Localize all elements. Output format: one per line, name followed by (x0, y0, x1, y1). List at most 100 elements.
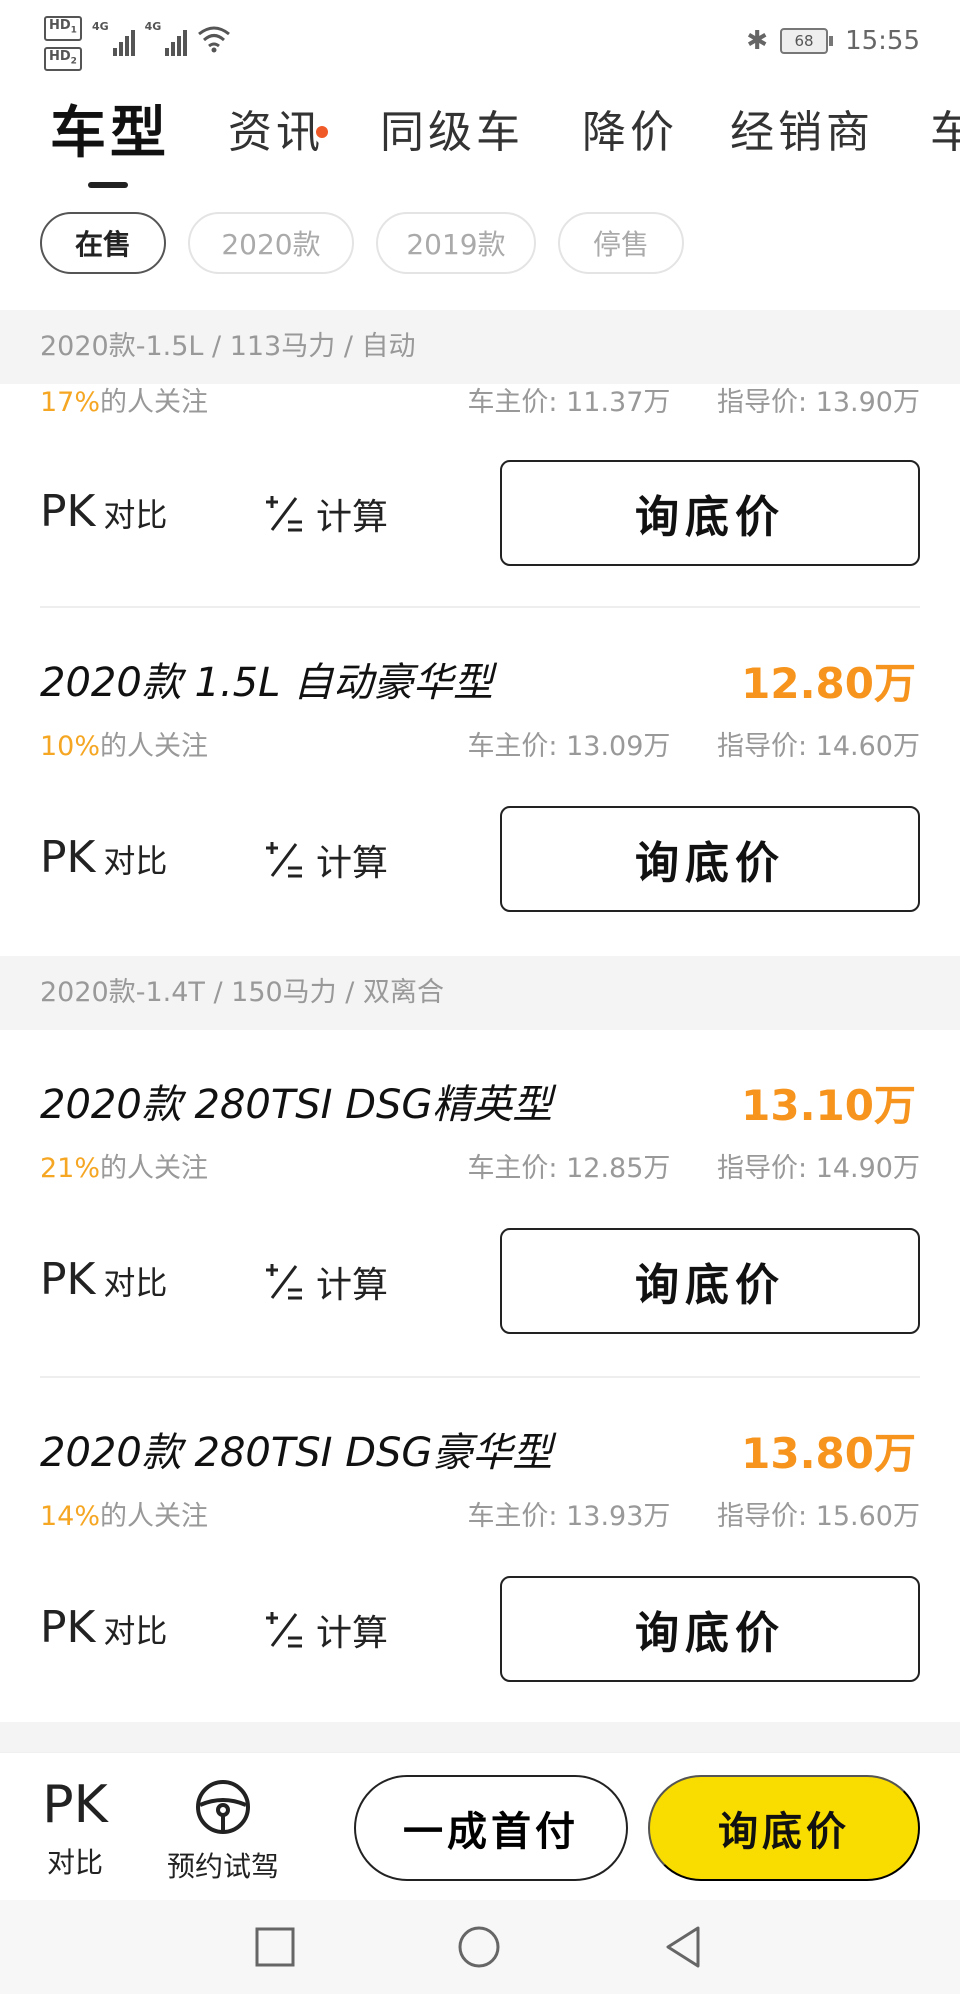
calculator-icon (266, 1264, 302, 1300)
bottom-ask-price-button[interactable]: 询底价 (648, 1775, 920, 1881)
tab-same-class[interactable]: 同级车 (380, 96, 524, 160)
active-tab-indicator (88, 182, 128, 188)
item-meta: 17%的人关注 车主价: 11.37万 指导价: 13.90万 (40, 380, 920, 419)
item-price: 13.10万 (741, 1081, 916, 1130)
hd-badge-1: HD1 (44, 16, 82, 41)
steering-wheel-icon (196, 1780, 250, 1834)
attention-percent: 10% (40, 731, 101, 762)
pk-label: 对比 (103, 1264, 168, 1302)
tab-dealers[interactable]: 经销商 (730, 96, 874, 160)
ask-price-button[interactable]: 询底价 (500, 1576, 920, 1682)
ask-price-button[interactable]: 询底价 (500, 460, 920, 566)
calculate-button[interactable]: 计算 (262, 1604, 388, 1656)
tab-models[interactable]: 车型 (50, 96, 170, 169)
bottom-action-bar: PK 对比 预约试驾 一成首付 询底价 (0, 1752, 960, 1901)
item-price: 12.80万 (741, 659, 916, 708)
status-bar: HD1 HD2 4G 4G ✱ 68 15:55 (0, 0, 960, 90)
signal-icon-1: 4G (92, 20, 135, 56)
owner-price: 车主价: 13.93万 (467, 1501, 671, 1532)
pk-text: PK (40, 1254, 96, 1305)
hd2-sub: 2 (70, 56, 77, 67)
pk-compare-button[interactable]: PK 对比 (40, 1602, 167, 1653)
calculate-button[interactable]: 计算 (262, 1256, 388, 1308)
item-title: 2020款 280TSI DSG精英型 (40, 1082, 553, 1128)
owner-price: 车主价: 13.09万 (467, 731, 671, 762)
battery-icon: 68 (780, 28, 834, 54)
ask-price-button[interactable]: 询底价 (500, 806, 920, 912)
pk-text: PK (40, 1602, 96, 1653)
test-drive-button[interactable]: 预约试驾 (158, 1777, 288, 1885)
back-icon[interactable] (660, 1924, 706, 1970)
pk-text: PK (40, 832, 96, 883)
calc-label: 计算 (316, 843, 389, 884)
hd2-text: HD (49, 48, 71, 64)
attention-percent: 17% (40, 387, 101, 418)
bottom-pk-text: PK (42, 1775, 108, 1835)
attention-label: 的人关注 (100, 1501, 209, 1532)
list-item[interactable]: 2020款 280TSI DSG精英型 13.10万 (0, 1072, 960, 1132)
calculate-button[interactable]: 计算 (262, 488, 388, 540)
ask-price-button[interactable]: 询底价 (500, 1228, 920, 1334)
home-icon[interactable] (456, 1924, 502, 1970)
calc-label: 计算 (316, 1613, 389, 1654)
bottom-pk-label: 对比 (46, 1846, 103, 1879)
hd-badge-2: HD2 (44, 46, 82, 72)
system-nav-bar (0, 1900, 960, 1994)
hd1-sub: 1 (70, 25, 77, 36)
calc-label: 计算 (316, 1265, 389, 1306)
clock: 15:55 (845, 26, 920, 56)
attention-label: 的人关注 (100, 731, 209, 762)
item-actions: PK 对比 计算 询底价 (0, 1228, 960, 1334)
bluetooth-icon: ✱ (746, 26, 769, 56)
pk-compare-button[interactable]: PK 对比 (40, 1254, 167, 1305)
calculate-button[interactable]: 计算 (262, 834, 388, 886)
recent-apps-icon[interactable] (252, 1924, 298, 1970)
attention-percent: 21% (40, 1153, 101, 1184)
pk-compare-button[interactable]: PK 对比 (40, 486, 167, 537)
filter-2019[interactable]: 2019款 (376, 212, 536, 274)
list-item[interactable]: 2020款 280TSI DSG豪华型 13.80万 (0, 1420, 960, 1480)
attention-label: 的人关注 (100, 387, 209, 418)
item-actions: PK 对比 计算 询底价 (0, 1576, 960, 1682)
tab-price-drop[interactable]: 降价 (582, 96, 678, 160)
filter-discontinued[interactable]: 停售 (558, 212, 684, 274)
group-header: 2020款-1.5L / 113马力 / 自动 (0, 310, 960, 384)
pk-label: 对比 (103, 496, 168, 534)
attention-label: 的人关注 (100, 1153, 209, 1184)
calc-label: 计算 (316, 497, 389, 538)
item-meta: 21%的人关注 车主价: 12.85万 指导价: 14.90万 (40, 1146, 920, 1185)
filter-2020[interactable]: 2020款 (188, 212, 354, 274)
tab-news[interactable]: 资讯 (228, 96, 324, 160)
group-header-partial (0, 1722, 960, 1752)
item-actions: PK 对比 计算 询底价 (0, 806, 960, 912)
pk-compare-button[interactable]: PK 对比 (40, 832, 167, 883)
signal-icon-2: 4G (145, 20, 188, 56)
top-tabs: 车型 资讯 同级车 降价 经销商 车 (0, 96, 960, 196)
guide-price: 指导价: 15.60万 (717, 1501, 920, 1532)
tab-more[interactable]: 车 (930, 96, 960, 160)
calculator-icon (266, 496, 302, 532)
test-drive-label: 预约试驾 (166, 1850, 279, 1883)
battery-level: 68 (780, 28, 829, 54)
guide-price: 指导价: 14.60万 (717, 731, 920, 762)
calculator-icon (266, 842, 302, 878)
item-title: 2020款 1.5L 自动豪华型 (40, 660, 494, 706)
item-price: 13.80万 (741, 1429, 916, 1478)
filter-on-sale[interactable]: 在售 (40, 212, 166, 274)
attention-percent: 14% (40, 1501, 101, 1532)
item-title: 2020款 280TSI DSG豪华型 (40, 1430, 553, 1476)
item-actions: PK 对比 计算 询底价 (0, 460, 960, 566)
owner-price: 车主价: 11.37万 (467, 387, 671, 418)
pk-label: 对比 (103, 1612, 168, 1650)
list-item[interactable]: 2020款 1.5L 自动豪华型 12.80万 (0, 650, 960, 710)
news-badge-dot (316, 126, 328, 138)
owner-price: 车主价: 12.85万 (467, 1153, 671, 1184)
hd1-text: HD (49, 18, 71, 33)
guide-price: 指导价: 14.90万 (717, 1153, 920, 1184)
bottom-pk-button[interactable]: PK 对比 (40, 1777, 110, 1881)
down-payment-button[interactable]: 一成首付 (354, 1775, 628, 1881)
net2-label: 4G (144, 20, 162, 33)
item-meta: 10%的人关注 车主价: 13.09万 指导价: 14.60万 (40, 724, 920, 763)
pk-label: 对比 (103, 842, 168, 880)
divider (40, 606, 920, 608)
